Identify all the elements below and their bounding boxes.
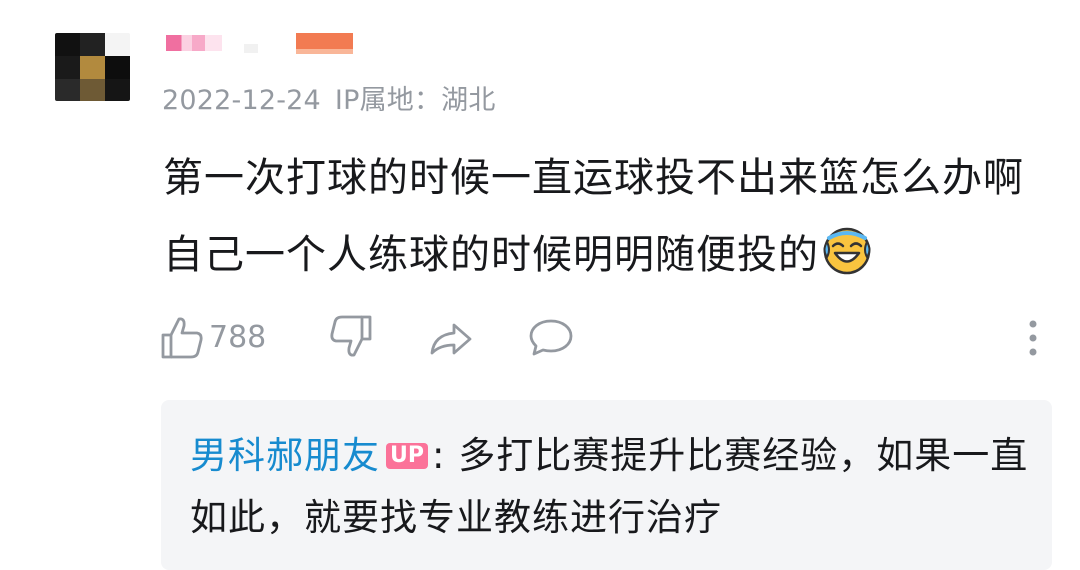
laughing-tears-emoji <box>823 227 871 275</box>
comment-content: 第一次打球的时候一直运球投不出来篮怎么办啊 自己一个人练球的时候明明随便投的 <box>163 140 1063 294</box>
comment-meta: 2022-12-24 IP属地：湖北 <box>162 78 496 117</box>
comment-action-bar: 788 <box>0 315 1080 365</box>
share-button[interactable] <box>428 315 474 359</box>
thumbs-up-icon <box>161 317 203 359</box>
more-button[interactable] <box>1023 315 1043 361</box>
username-blurred-tail <box>244 44 258 53</box>
comment-date: 2022-12-24 <box>162 85 321 116</box>
user-level-badge-blurred <box>296 33 353 54</box>
avatar[interactable] <box>55 33 130 101</box>
like-count: 788 <box>209 319 267 355</box>
share-icon <box>430 323 472 355</box>
dislike-button[interactable] <box>328 315 372 359</box>
comment-line-1: 第一次打球的时候一直运球投不出来篮怎么办啊 <box>163 155 1024 201</box>
reply-username[interactable]: 男科郝朋友 <box>190 434 380 477</box>
comment-line-2: 自己一个人练球的时候明明随便投的 <box>163 217 1063 294</box>
username-blurred[interactable] <box>166 35 222 51</box>
comment-icon <box>529 319 573 356</box>
like-button[interactable]: 788 <box>161 315 266 359</box>
reply-button[interactable] <box>528 315 574 359</box>
thumbs-down-icon <box>330 315 372 357</box>
up-badge: UP <box>386 443 428 469</box>
reply-preview: 男科郝朋友 UP: 多打比赛提升比赛经验，如果一直如此，就要找专业教练进行治疗 <box>190 425 1030 549</box>
more-vertical-icon <box>1029 320 1037 356</box>
ip-location: IP属地：湖北 <box>334 85 496 116</box>
